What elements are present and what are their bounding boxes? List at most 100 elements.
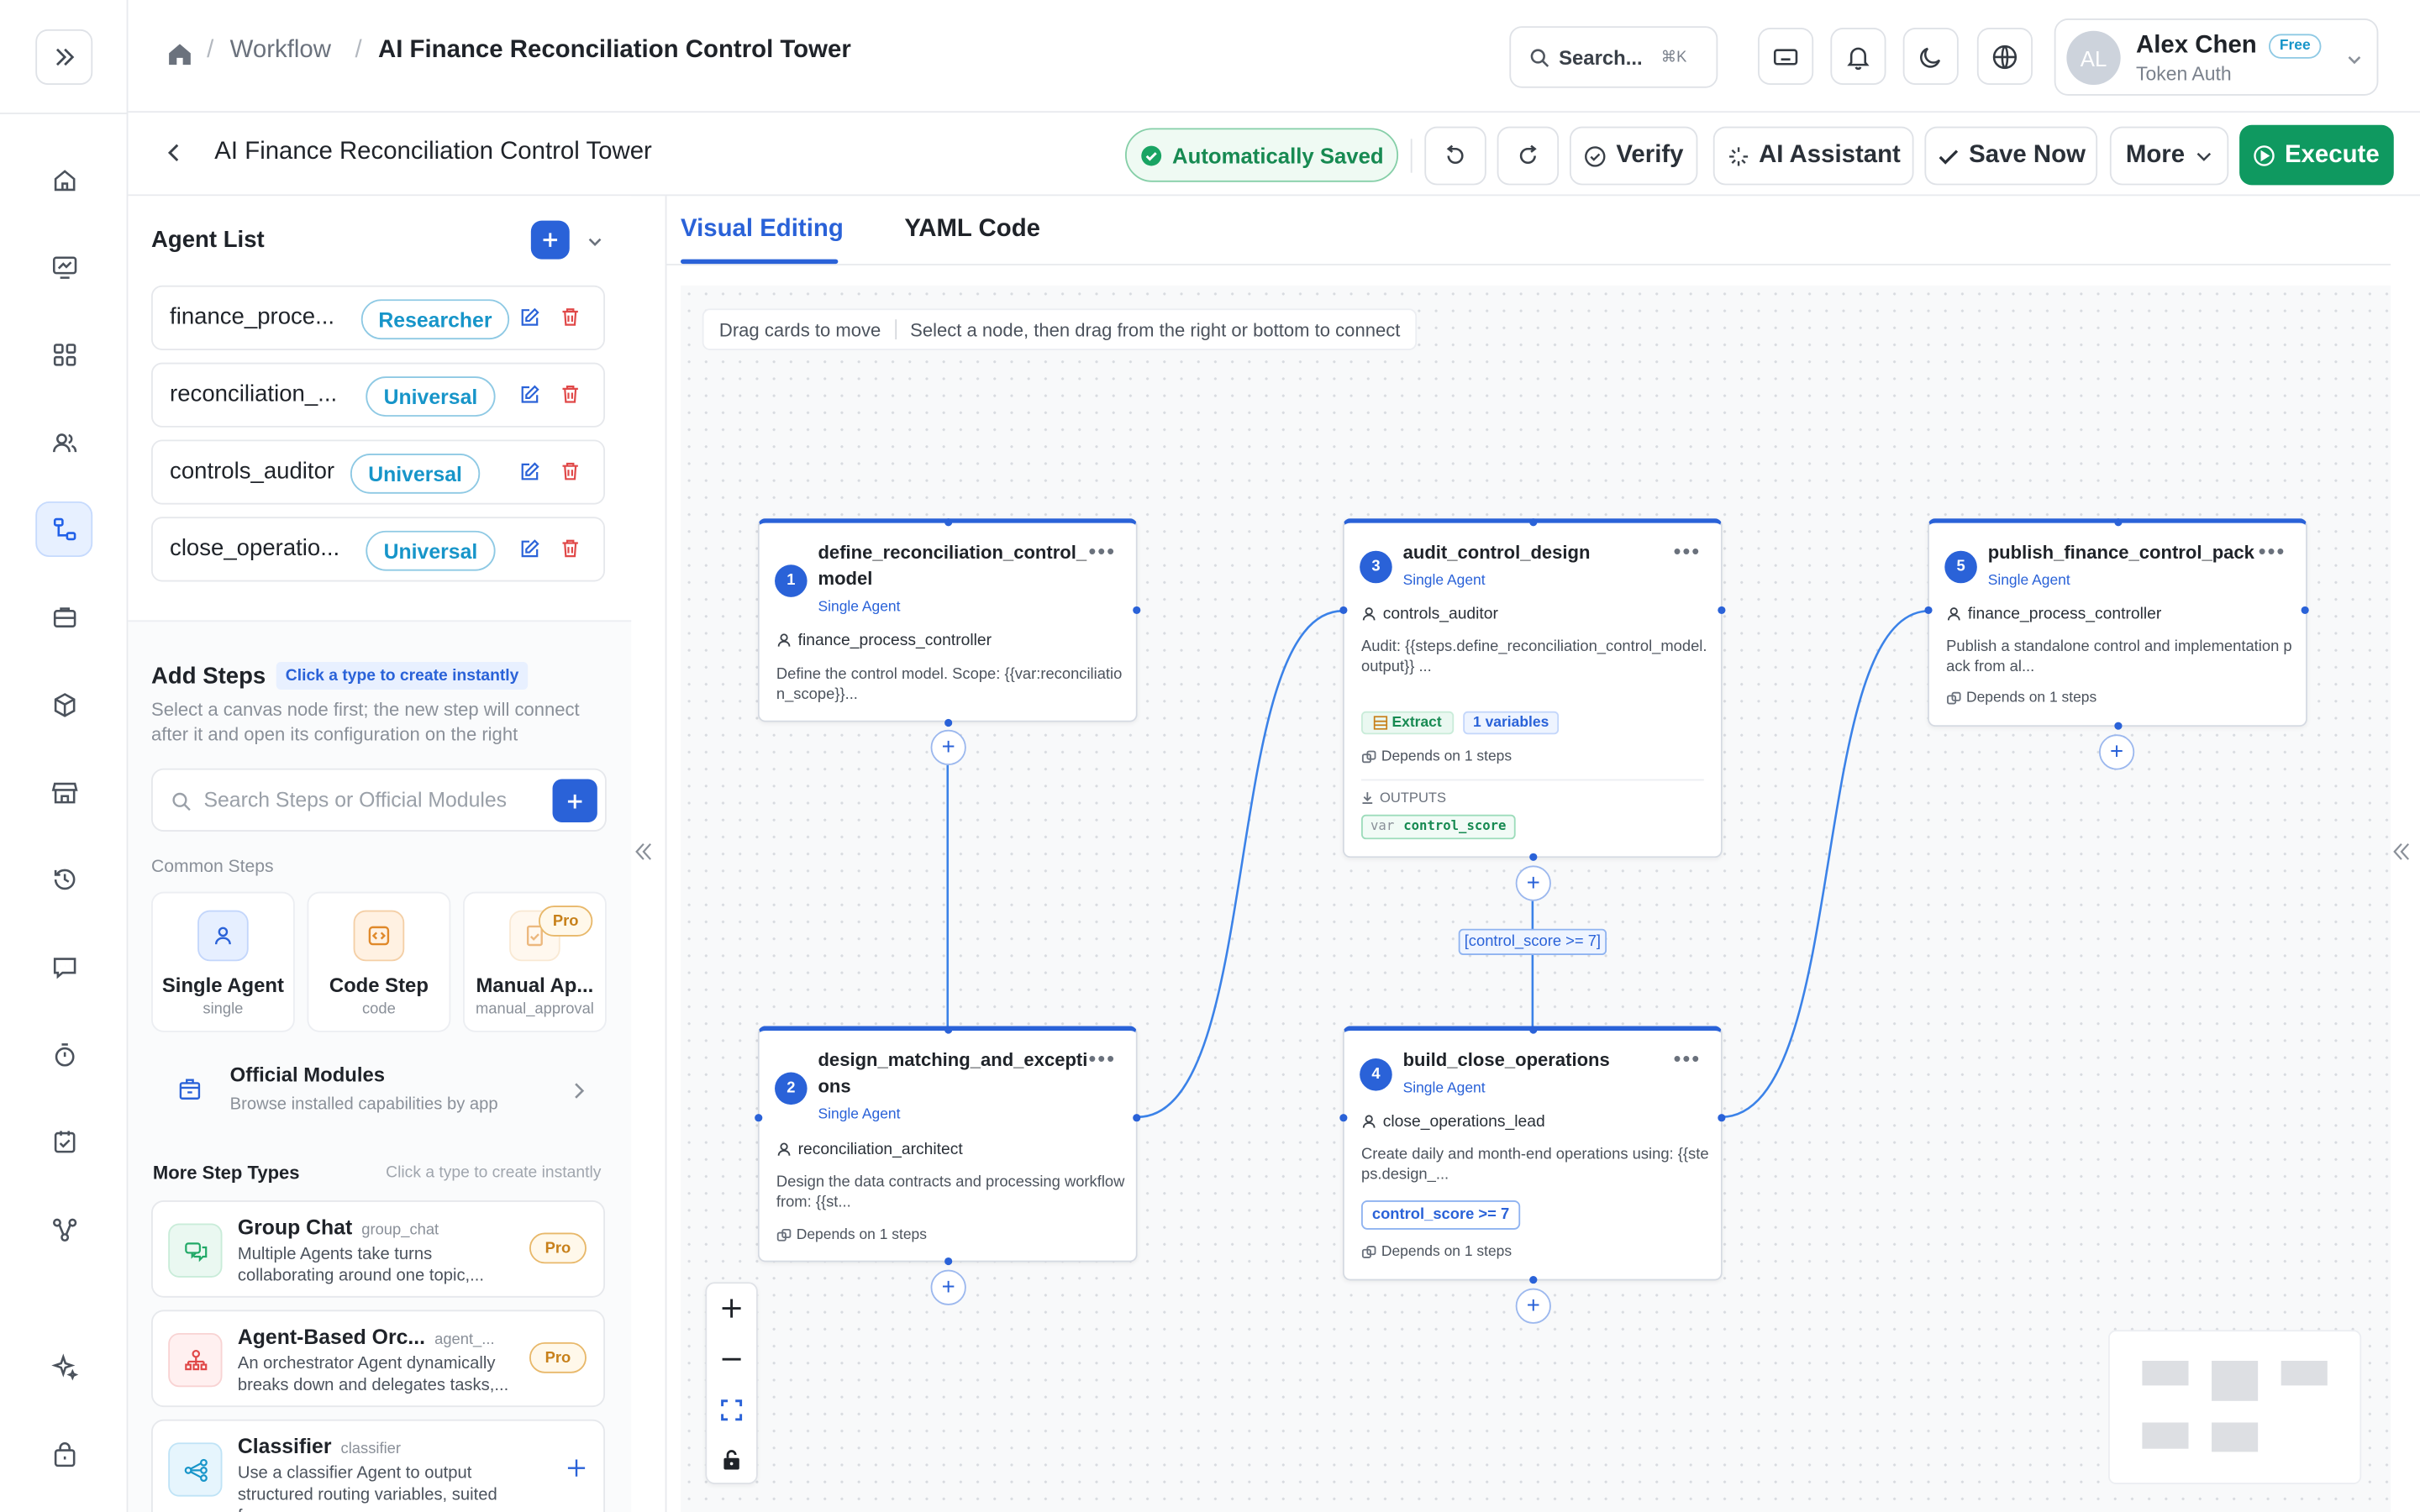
edge-4-5 bbox=[1720, 610, 1929, 1119]
link-icon bbox=[1361, 1245, 1376, 1257]
person-icon bbox=[1947, 607, 1960, 621]
node-port[interactable] bbox=[2301, 606, 2309, 615]
node-port[interactable] bbox=[1924, 606, 1933, 615]
node-title: define_reconciliation_control_model bbox=[818, 541, 1087, 590]
node-description: Design the data contracts and processing… bbox=[776, 1173, 1125, 1211]
node-title: build_close_operations bbox=[1402, 1048, 1610, 1071]
node-port[interactable] bbox=[1133, 606, 1141, 615]
node-dependency-label: Depends on 1 steps bbox=[1381, 1243, 1512, 1261]
node-number: 4 bbox=[1360, 1058, 1392, 1091]
node-owner-name: controls_auditor bbox=[1382, 605, 1498, 624]
edges-layer bbox=[946, 610, 1929, 1119]
node-description: Publish a standalone control and impleme… bbox=[1946, 638, 2292, 676]
node-owner-name: finance_process_controller bbox=[797, 631, 992, 650]
workflow-node[interactable]: 1 define_reconciliation_control_model ••… bbox=[757, 518, 1138, 722]
workflow-node[interactable]: 5 publish_finance_control_pack ••• Singl… bbox=[1928, 518, 2307, 727]
node-dependency: Depends on 1 steps bbox=[1361, 748, 1512, 765]
node-menu-icon[interactable]: ••• bbox=[1088, 1046, 1116, 1070]
extract-chip: Extract bbox=[1361, 711, 1455, 735]
expand-panel-icon[interactable] bbox=[2392, 841, 2411, 863]
node-type: Single Agent bbox=[818, 598, 901, 616]
edge-2-3 bbox=[1137, 610, 1343, 1119]
link-icon bbox=[1361, 749, 1376, 763]
node-title: publish_finance_control_pack bbox=[1987, 541, 2254, 564]
zoom-out-button[interactable] bbox=[707, 1335, 756, 1384]
zoom-controls bbox=[705, 1282, 758, 1484]
node-owner: finance_process_controller bbox=[776, 631, 992, 649]
node-owner-name: close_operations_lead bbox=[1382, 1112, 1545, 1131]
node-port[interactable] bbox=[1529, 518, 1538, 527]
node-dependency-label: Depends on 1 steps bbox=[796, 1226, 927, 1244]
condition-badge: control_score >= 7 bbox=[1361, 1200, 1521, 1230]
zoom-in-button[interactable] bbox=[707, 1284, 756, 1333]
node-port[interactable] bbox=[1718, 606, 1726, 615]
outputs-header: OUTPUTS bbox=[1361, 790, 1446, 806]
minimap[interactable] bbox=[2107, 1330, 2362, 1484]
node-title: audit_control_design bbox=[1402, 541, 1591, 564]
lock-icon bbox=[723, 1450, 739, 1470]
node-port[interactable] bbox=[1529, 853, 1538, 861]
node-menu-icon[interactable]: ••• bbox=[1674, 538, 1702, 563]
node-number: 2 bbox=[775, 1072, 808, 1105]
node-dependency-label: Depends on 1 steps bbox=[1966, 690, 2097, 707]
add-after-node-button[interactable]: + bbox=[1515, 1288, 1551, 1324]
fit-screen-icon bbox=[721, 1399, 743, 1421]
node-dependency: Depends on 1 steps bbox=[1946, 690, 2096, 706]
node-menu-icon[interactable]: ••• bbox=[1674, 1046, 1702, 1070]
node-port[interactable] bbox=[2114, 722, 2123, 730]
minus-icon bbox=[722, 1357, 741, 1361]
node-port[interactable] bbox=[1529, 1275, 1538, 1284]
fit-view-button[interactable] bbox=[707, 1385, 756, 1435]
node-dependency-label: Depends on 1 steps bbox=[1381, 748, 1512, 766]
node-type: Single Agent bbox=[1402, 572, 1486, 590]
node-port[interactable] bbox=[1718, 1114, 1726, 1122]
node-port[interactable] bbox=[944, 518, 953, 527]
node-port[interactable] bbox=[1339, 606, 1348, 615]
node-number: 3 bbox=[1360, 550, 1392, 584]
add-after-node-button[interactable]: + bbox=[1515, 865, 1551, 901]
node-port[interactable] bbox=[1529, 1026, 1538, 1034]
node-owner: controls_auditor bbox=[1361, 605, 1498, 623]
add-after-node-button[interactable]: + bbox=[2098, 734, 2135, 770]
node-port[interactable] bbox=[944, 1026, 953, 1034]
node-description: Audit: {{steps.define_reconciliation_con… bbox=[1361, 638, 1707, 676]
node-owner: close_operations_lead bbox=[1361, 1112, 1545, 1131]
node-type: Single Agent bbox=[1987, 572, 2070, 590]
node-owner: reconciliation_architect bbox=[776, 1140, 963, 1158]
node-menu-icon[interactable]: ••• bbox=[2259, 538, 2286, 563]
link-icon bbox=[1947, 690, 1961, 704]
link-icon bbox=[776, 1228, 792, 1241]
table-icon bbox=[1373, 716, 1388, 730]
node-type: Single Agent bbox=[1402, 1079, 1486, 1097]
add-after-node-button[interactable]: + bbox=[930, 1269, 966, 1305]
node-port[interactable] bbox=[944, 1257, 953, 1266]
lock-canvas-button[interactable] bbox=[707, 1435, 756, 1484]
node-owner: finance_process_controller bbox=[1946, 605, 2161, 623]
node-port[interactable] bbox=[755, 1114, 763, 1122]
person-icon bbox=[1362, 1115, 1376, 1128]
edge-condition-label[interactable]: [control_score >= 7] bbox=[1458, 928, 1607, 955]
workflow-node[interactable]: 2 design_matching_and_exceptions ••• Sin… bbox=[757, 1026, 1138, 1263]
workflow-node[interactable]: 3 audit_control_design ••• Single Agent … bbox=[1342, 518, 1723, 858]
node-owner-name: reconciliation_architect bbox=[797, 1140, 963, 1159]
download-icon bbox=[1362, 792, 1373, 804]
node-dependency: Depends on 1 steps bbox=[1361, 1243, 1512, 1261]
person-icon bbox=[777, 1142, 791, 1156]
node-dependency: Depends on 1 steps bbox=[776, 1226, 927, 1243]
node-number: 1 bbox=[775, 564, 808, 597]
variables-chip: 1 variables bbox=[1463, 711, 1560, 735]
plus-icon bbox=[722, 1299, 741, 1318]
add-after-node-button[interactable]: + bbox=[930, 729, 966, 766]
node-port[interactable] bbox=[1133, 1114, 1141, 1122]
node-port[interactable] bbox=[2114, 518, 2123, 527]
node-description: Create daily and month-end operations us… bbox=[1361, 1146, 1709, 1184]
person-icon bbox=[777, 633, 791, 647]
workflow-node[interactable]: 4 build_close_operations ••• Single Agen… bbox=[1342, 1026, 1723, 1281]
node-port[interactable] bbox=[1339, 1114, 1348, 1122]
node-port[interactable] bbox=[944, 718, 953, 727]
node-number: 5 bbox=[1944, 550, 1977, 584]
node-menu-icon[interactable]: ••• bbox=[1088, 538, 1116, 563]
node-title: design_matching_and_exceptions bbox=[818, 1048, 1088, 1097]
output-variable: var control_score bbox=[1361, 814, 1516, 840]
node-description: Define the control model. Scope: {{var:r… bbox=[776, 666, 1123, 704]
